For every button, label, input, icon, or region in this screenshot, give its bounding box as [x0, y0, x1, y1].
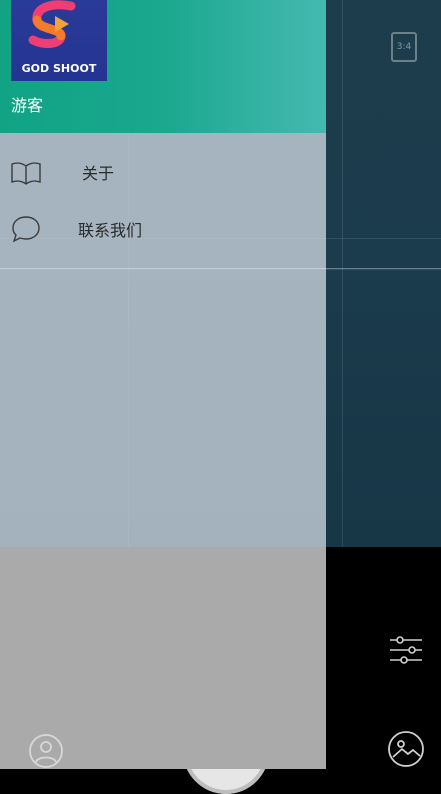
sliders-icon[interactable] [388, 632, 424, 668]
grid-line [342, 0, 343, 547]
logo-text: GOD SHOOT [21, 62, 97, 75]
app-logo: GOD SHOOT [11, 0, 107, 81]
drawer-header: GOD SHOOT 游客 [0, 0, 326, 133]
menu-item-contact[interactable]: 联系我们 [0, 201, 326, 257]
book-icon [10, 156, 42, 188]
menu-item-about[interactable]: 关于 [0, 144, 326, 200]
menu-item-label: 关于 [82, 164, 115, 183]
gallery-icon[interactable] [387, 730, 425, 768]
user-icon[interactable] [28, 733, 64, 769]
navigation-drawer: GOD SHOOT 游客 关于 联系我们 [0, 0, 326, 769]
chat-bubble-icon [10, 213, 42, 245]
username-label[interactable]: 游客 [11, 92, 43, 116]
divider [0, 268, 441, 269]
aspect-ratio-button[interactable]: 3:4 [391, 32, 417, 62]
menu-item-label: 联系我们 [78, 221, 143, 240]
